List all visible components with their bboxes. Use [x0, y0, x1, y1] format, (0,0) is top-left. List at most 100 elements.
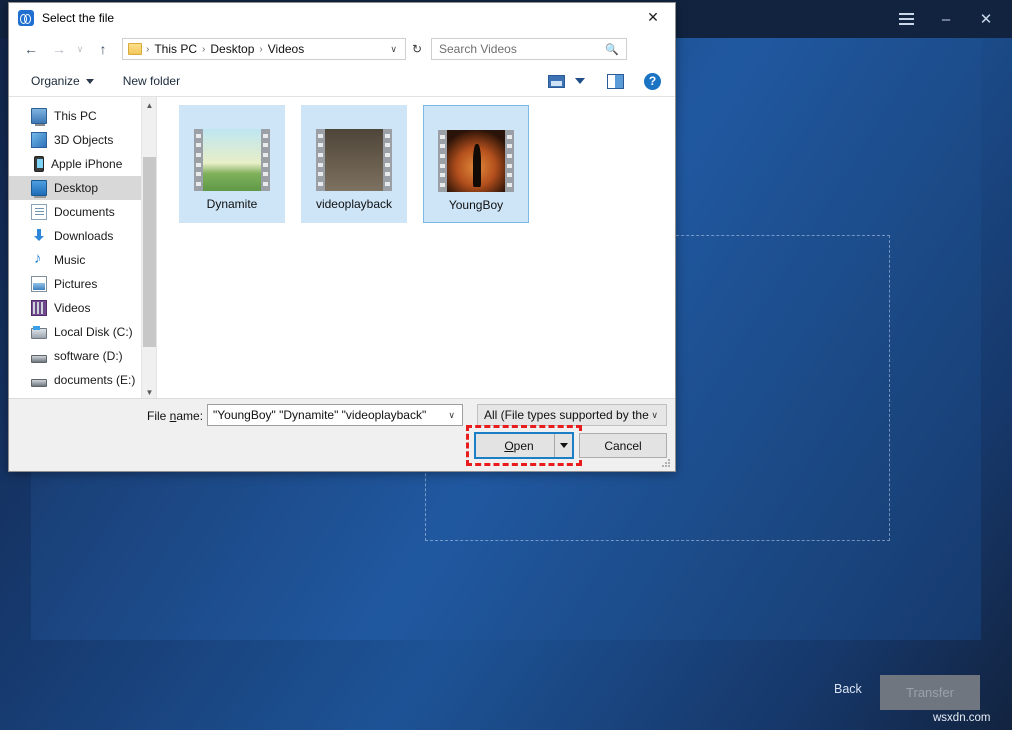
tree-item-software-d[interactable]: software (D:)	[9, 344, 156, 368]
file-item[interactable]: Dynamite	[179, 105, 285, 223]
desktop-icon	[31, 180, 47, 196]
tree-item-label: Pictures	[54, 277, 97, 291]
tree-item-downloads[interactable]: Downloads	[9, 224, 156, 248]
open-button-group: Open	[474, 432, 574, 459]
music-icon	[31, 252, 47, 268]
tree-item-label: This PC	[54, 109, 97, 123]
search-input[interactable]: Search Videos	[439, 42, 517, 56]
tree-scrollbar[interactable]: ▲ ▼	[141, 97, 156, 400]
file-list: Dynamite videoplayback YoungBoy	[156, 97, 675, 400]
file-item[interactable]: videoplayback	[301, 105, 407, 223]
drive-icon	[31, 379, 47, 387]
tree-item-label: Videos	[54, 301, 90, 315]
download-icon	[31, 228, 47, 244]
file-name-label: Dynamite	[207, 197, 258, 211]
help-icon[interactable]: ?	[644, 73, 661, 90]
address-bar[interactable]: › This PC › Desktop › Videos ∨	[122, 38, 406, 60]
phone-icon	[34, 156, 44, 172]
tree-item-this-pc[interactable]: This PC	[9, 104, 156, 128]
tree-item-local-disk-c[interactable]: Local Disk (C:)	[9, 320, 156, 344]
window-controls: – ✕	[886, 0, 1006, 38]
nav-forward-button[interactable]: →	[47, 37, 71, 61]
tree-item-label: Downloads	[54, 229, 113, 243]
harddisk-icon	[31, 328, 47, 339]
resize-grip[interactable]	[662, 459, 671, 468]
toolbar-right-group: ?	[548, 73, 661, 90]
search-icon: 🔍	[605, 43, 619, 56]
nav-recent-locations-button[interactable]: ∨	[71, 37, 89, 61]
tree-item-documents[interactable]: Documents	[9, 200, 156, 224]
nav-up-button[interactable]: ↑	[91, 37, 115, 61]
open-dropdown-button[interactable]	[554, 434, 572, 457]
tree-item-pictures[interactable]: Pictures	[9, 272, 156, 296]
tree-item-label: Local Disk (C:)	[54, 325, 133, 339]
breadcrumb-desktop[interactable]: Desktop	[210, 42, 254, 56]
refresh-button[interactable]: ↻	[406, 38, 428, 60]
chevron-down-icon[interactable]	[575, 78, 585, 84]
tree-item-3d-objects[interactable]: 3D Objects	[9, 128, 156, 152]
dialog-titlebar: Select the file ✕	[9, 3, 675, 32]
tree-item-apple-iphone[interactable]: Apple iPhone	[9, 152, 156, 176]
view-icon[interactable]	[548, 75, 565, 88]
new-folder-button[interactable]: New folder	[123, 74, 180, 88]
open-label: Open	[484, 439, 554, 453]
tree-item-desktop[interactable]: Desktop	[9, 176, 156, 200]
file-name-label: YoungBoy	[449, 198, 503, 212]
filetype-value: All (File types supported by the	[484, 408, 649, 422]
tree-item-music[interactable]: Music	[9, 248, 156, 272]
back-link[interactable]: Back	[834, 682, 862, 696]
film-perforation-right	[505, 130, 514, 192]
chevron-down-icon[interactable]: ∨	[651, 410, 658, 421]
dialog-content-split: This PC 3D Objects Apple iPhone Desktop Docu…	[9, 97, 675, 400]
file-open-dialog: Select the file ✕ ← → ∨ ↑ › This PC › De…	[8, 2, 676, 472]
tree-item-videos[interactable]: Videos	[9, 296, 156, 320]
video-thumbnail	[194, 129, 270, 191]
dialog-bottom-panel: File name: "YoungBoy" "Dynamite" "videop…	[9, 398, 675, 471]
picture-icon	[31, 276, 47, 292]
file-name-label: videoplayback	[316, 197, 392, 211]
scroll-up-arrow[interactable]: ▲	[142, 97, 157, 113]
organize-label: Organize	[31, 74, 80, 88]
open-button[interactable]: Open	[474, 432, 574, 459]
cube-icon	[31, 132, 47, 148]
dialog-app-icon	[18, 10, 34, 26]
dialog-navigation-bar: ← → ∨ ↑ › This PC › Desktop › Videos ∨ ↻…	[9, 32, 675, 66]
video-icon	[31, 300, 47, 316]
cancel-button[interactable]: Cancel	[579, 433, 667, 458]
watermark: wsxdn.com	[933, 712, 991, 724]
dialog-close-button[interactable]: ✕	[631, 3, 675, 32]
chevron-down-icon[interactable]: ∨	[390, 44, 397, 55]
file-item[interactable]: YoungBoy	[423, 105, 529, 223]
hamburger-icon	[899, 13, 914, 25]
breadcrumb-this-pc[interactable]: This PC	[154, 42, 197, 56]
close-button[interactable]: ✕	[966, 0, 1006, 38]
tree-item-label: documents (E:)	[54, 373, 135, 387]
tree-item-label: 3D Objects	[54, 133, 113, 147]
tree-item-label: software (D:)	[54, 349, 123, 363]
minimize-button[interactable]: –	[926, 0, 966, 38]
video-thumbnail	[316, 129, 392, 191]
search-box[interactable]: Search Videos 🔍	[431, 38, 627, 60]
thumbnail-frame	[203, 129, 261, 191]
film-perforation-left	[438, 130, 447, 192]
thumbnail-frame	[325, 129, 383, 191]
tree-item-label: Music	[54, 253, 85, 267]
breadcrumb-separator: ›	[202, 44, 205, 55]
drive-icon	[31, 355, 47, 363]
filetype-dropdown[interactable]: All (File types supported by the ∨	[477, 404, 667, 426]
filename-input[interactable]: "YoungBoy" "Dynamite" "videoplayback" ∨	[207, 404, 463, 426]
organize-button[interactable]: Organize	[31, 74, 94, 88]
chevron-down-icon[interactable]: ∨	[448, 410, 455, 421]
breadcrumb-videos[interactable]: Videos	[268, 42, 304, 56]
tree-item-label: Documents	[54, 205, 115, 219]
navigation-tree: This PC 3D Objects Apple iPhone Desktop Docu…	[9, 97, 156, 400]
tree-item-label: Apple iPhone	[51, 157, 122, 171]
scrollbar-thumb[interactable]	[143, 157, 156, 347]
menu-button[interactable]	[886, 0, 926, 38]
film-perforation-right	[383, 129, 392, 191]
preview-pane-icon[interactable]	[607, 74, 624, 89]
transfer-button[interactable]: Transfer	[880, 675, 980, 710]
tree-item-documents-e[interactable]: documents (E:)	[9, 368, 156, 392]
document-icon	[31, 204, 47, 220]
nav-back-button[interactable]: ←	[19, 37, 43, 61]
